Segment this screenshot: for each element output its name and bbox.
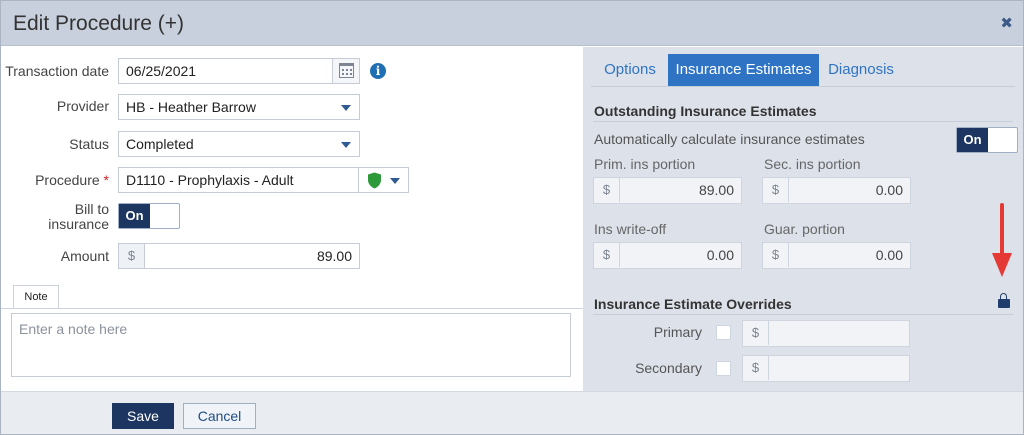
ins-write-off-value: 0.00: [706, 247, 734, 263]
procedure-select[interactable]: D1110 - Prophylaxis - Adult: [118, 167, 409, 193]
bill-to-insurance-label: Bill to insurance: [1, 202, 109, 232]
calendar-icon: [339, 63, 354, 78]
ins-write-off-field: $ 0.00: [593, 242, 742, 269]
prim-ins-portion-value: 89.00: [698, 182, 734, 198]
prim-ins-portion-label: Prim. ins portion: [594, 156, 696, 172]
overrides-title: Insurance Estimate Overrides: [594, 296, 792, 312]
chevron-down-icon: [390, 178, 400, 184]
info-icon[interactable]: i: [370, 63, 386, 79]
tab-note[interactable]: Note: [13, 285, 59, 309]
guar-portion-label: Guar. portion: [764, 221, 845, 237]
chevron-down-icon: [341, 142, 351, 148]
currency-prefix: $: [594, 243, 620, 267]
bill-to-insurance-toggle[interactable]: On: [118, 203, 180, 229]
secondary-override-label: Secondary: [635, 360, 702, 376]
secondary-override-field: $: [742, 355, 910, 382]
tab-diagnosis[interactable]: Diagnosis: [823, 54, 899, 86]
provider-select[interactable]: HB - Heather Barrow: [118, 94, 360, 120]
bill-to-insurance-label-line1: Bill to: [74, 201, 109, 217]
transaction-date-value: 06/25/2021: [126, 63, 197, 79]
annotation-arrow: [992, 203, 1012, 277]
toggle-on-label: On: [119, 204, 150, 228]
procedure-value: D1110 - Prophylaxis - Adult: [126, 172, 294, 188]
dialog-titlebar: Edit Procedure (+) ✖: [1, 1, 1023, 46]
tabs-divider: [591, 86, 1015, 87]
lock-icon[interactable]: [998, 293, 1010, 308]
provider-label: Provider: [56, 98, 109, 114]
currency-prefix: $: [763, 178, 789, 202]
procedure-label-text: Procedure: [35, 172, 100, 188]
provider-value: HB - Heather Barrow: [126, 99, 256, 115]
prim-ins-portion-field: $ 89.00: [593, 177, 742, 204]
currency-prefix: $: [763, 243, 789, 267]
outstanding-estimates-title: Outstanding Insurance Estimates: [594, 103, 817, 119]
amount-label: Amount: [60, 248, 109, 264]
primary-override-checkbox[interactable]: [716, 325, 731, 340]
tab-options[interactable]: Options: [595, 54, 665, 86]
ins-write-off-label: Ins write-off: [594, 221, 667, 237]
status-label: Status: [69, 136, 109, 152]
tab-insurance-estimates[interactable]: Insurance Estimates: [668, 54, 819, 86]
status-select[interactable]: Completed: [118, 131, 360, 157]
calendar-button[interactable]: [332, 59, 359, 83]
transaction-date-field[interactable]: 06/25/2021: [118, 58, 360, 84]
auto-calc-toggle[interactable]: On: [956, 127, 1018, 153]
note-textarea[interactable]: Enter a note here: [11, 313, 571, 377]
section-divider: [593, 314, 1013, 315]
amount-input[interactable]: $ 89.00: [118, 243, 360, 269]
primary-override-label: Primary: [653, 324, 702, 340]
currency-prefix: $: [119, 244, 145, 268]
procedure-form: Transaction date 06/25/2021 i Provider H…: [1, 47, 583, 391]
secondary-override-checkbox[interactable]: [716, 361, 731, 376]
note-tab-divider: [1, 308, 583, 309]
currency-prefix: $: [743, 321, 769, 345]
procedure-label: Procedure *: [1, 172, 109, 188]
bill-to-insurance-label-line2: insurance: [48, 216, 109, 232]
section-divider: [593, 121, 1013, 122]
guar-portion-field: $ 0.00: [762, 242, 911, 269]
sec-ins-portion-label: Sec. ins portion: [764, 156, 861, 172]
sec-ins-portion-field: $ 0.00: [762, 177, 911, 204]
currency-prefix: $: [594, 178, 620, 202]
close-icon[interactable]: ✖: [1000, 14, 1013, 32]
sec-ins-portion-value: 0.00: [875, 182, 903, 198]
required-marker: *: [103, 172, 109, 188]
primary-override-field: $: [742, 320, 910, 347]
note-placeholder: Enter a note here: [19, 321, 128, 337]
guar-portion-value: 0.00: [875, 247, 903, 263]
auto-calc-label: Automatically calculate insurance estima…: [594, 131, 865, 147]
edit-procedure-dialog: Edit Procedure (+) ✖ Transaction date 06…: [0, 0, 1024, 435]
save-button[interactable]: Save: [112, 403, 174, 429]
insurance-panel: Options Insurance Estimates Diagnosis Ou…: [583, 47, 1023, 391]
toggle-on-label: On: [957, 128, 988, 152]
transaction-date-label: Transaction date: [5, 63, 109, 79]
status-value: Completed: [126, 136, 194, 152]
shield-icon: [368, 172, 381, 189]
cancel-button[interactable]: Cancel: [183, 403, 256, 429]
currency-prefix: $: [743, 356, 769, 380]
chevron-down-icon: [341, 105, 351, 111]
dialog-title: Edit Procedure (+): [13, 12, 184, 35]
dialog-footer: Save Cancel: [1, 391, 1023, 434]
amount-value: 89.00: [316, 248, 352, 264]
